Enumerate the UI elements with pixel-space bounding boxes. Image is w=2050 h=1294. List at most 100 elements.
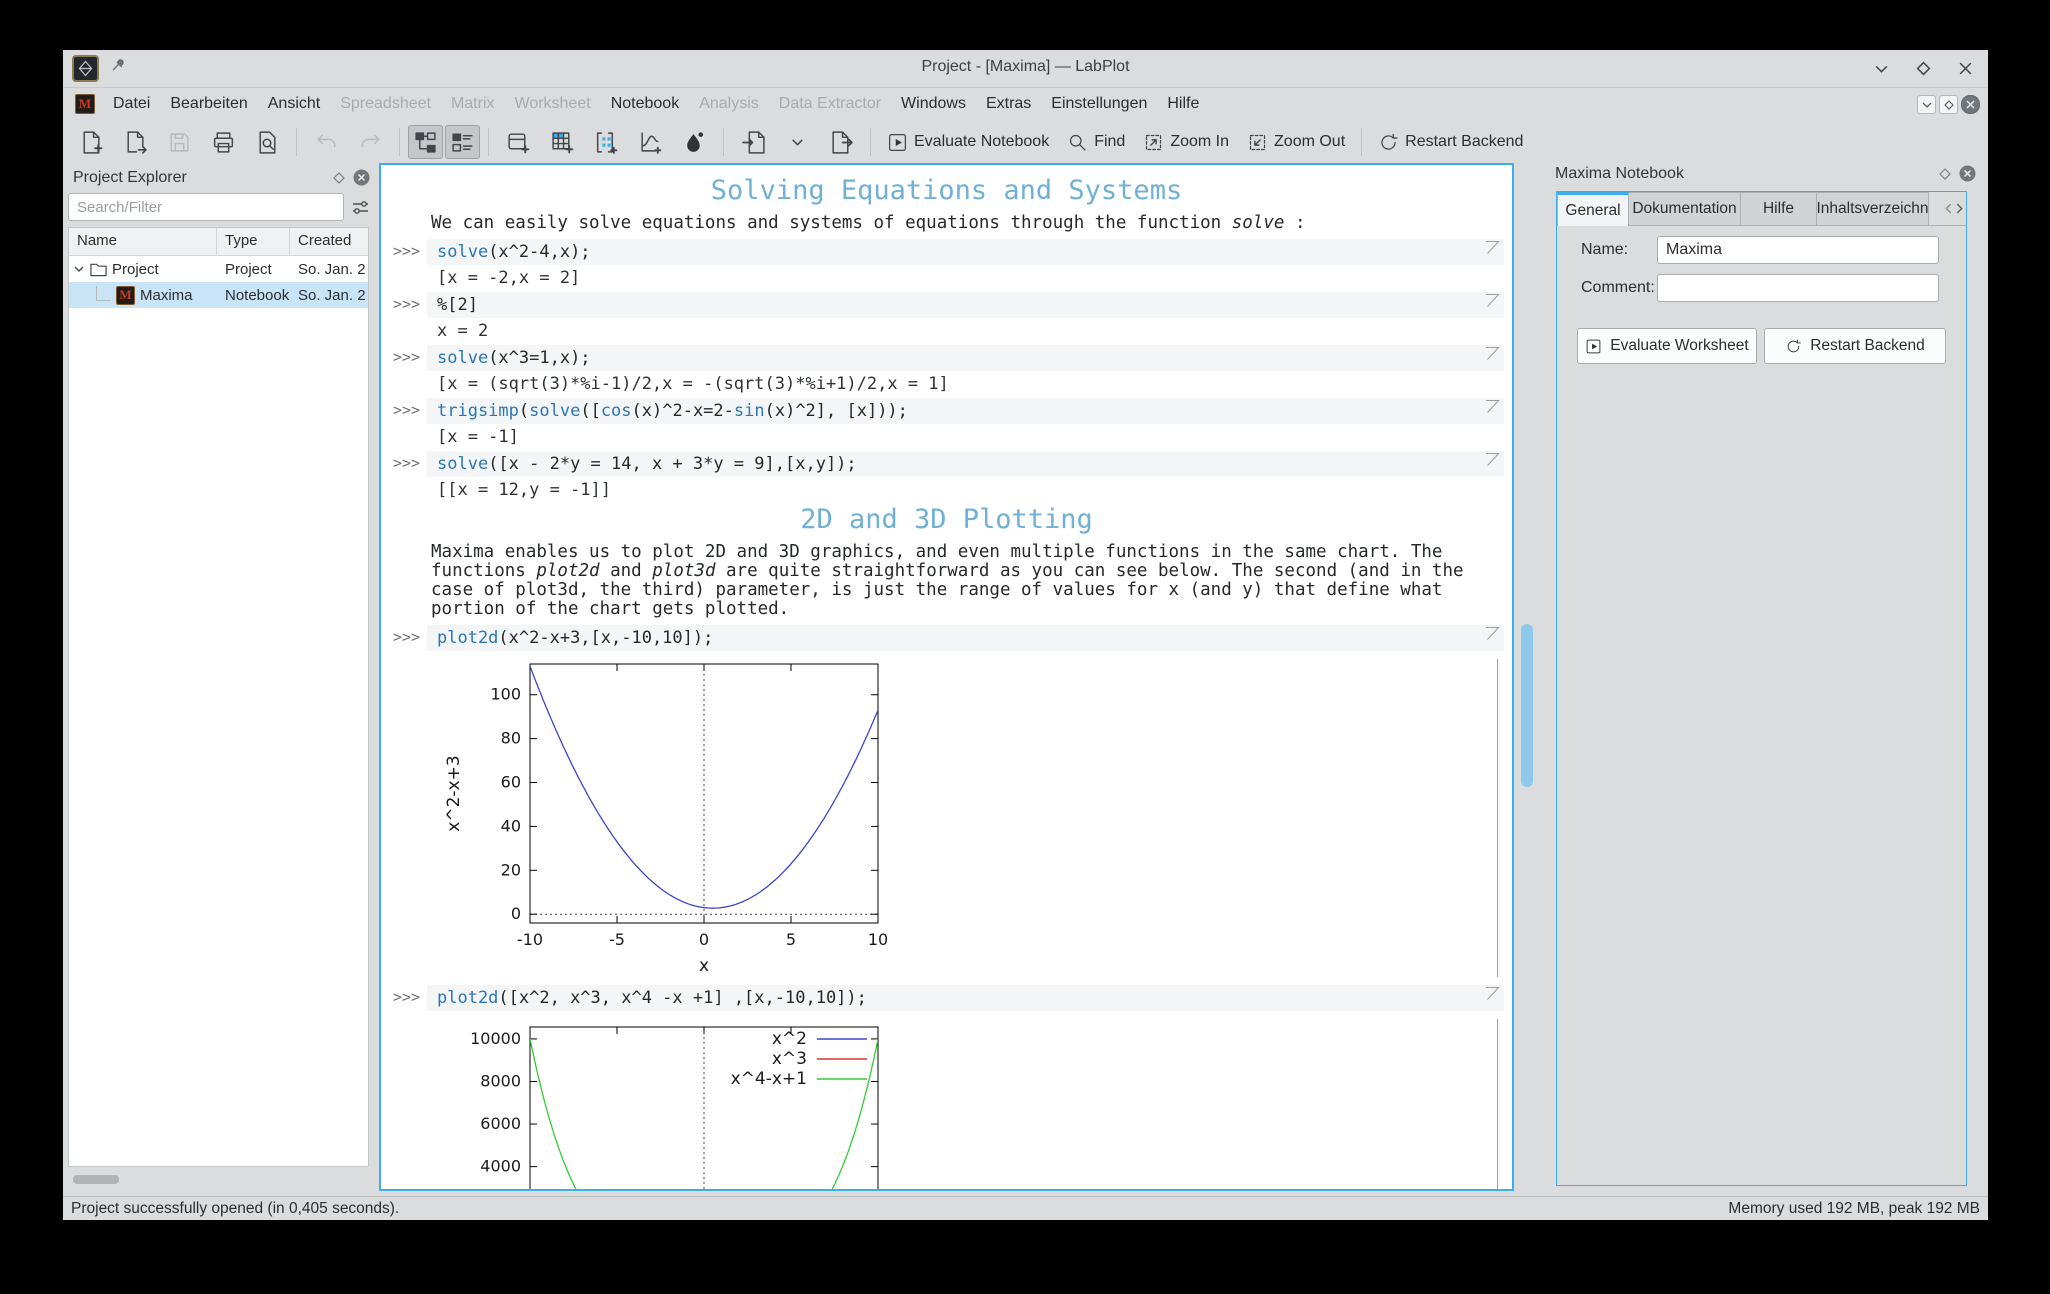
notebook-code-entry[interactable]: >>> plot2d([x^2, x^3, x^4 -x +1] ,[x,-10,… (381, 985, 1512, 1011)
toggle-properties-icon (452, 132, 473, 152)
properties-tabs: General Dokumentation Hilfe Inhaltsverze… (1557, 192, 1966, 226)
new-workbook-icon (507, 132, 529, 153)
menu-item-datei[interactable]: Datei (103, 87, 160, 121)
import-dropdown-button[interactable] (776, 125, 818, 159)
notebook-code-entry[interactable]: >>> solve([x - 2*y = 14, x + 3*y = 9],[x,… (381, 451, 1512, 477)
prompt: >>> (393, 988, 421, 1006)
svg-text:4000: 4000 (480, 1157, 521, 1176)
code-field[interactable]: solve(x^2-4,x); (427, 239, 1504, 265)
menu-item-windows[interactable]: Windows (891, 87, 976, 121)
redo-button (349, 125, 391, 159)
prompt: >>> (393, 295, 421, 313)
restart-icon (1381, 133, 1398, 150)
open-file-button[interactable] (114, 125, 156, 159)
evaluate-notebook-button[interactable]: Evaluate Notebook (879, 125, 1057, 159)
open-file-icon (126, 130, 147, 154)
menu-item-bearbeiten[interactable]: Bearbeiten (160, 87, 257, 121)
tab-hilfe[interactable]: Hilfe (1741, 192, 1817, 226)
notebook-paragraph: Maxima enables us to plot 2D and 3D grap… (431, 542, 1464, 619)
notebook-code-entry[interactable]: >>> solve(x^3=1,x); (381, 345, 1512, 371)
new-worksheet-button[interactable] (629, 125, 671, 159)
svg-text:80: 80 (501, 729, 521, 748)
code-field[interactable]: solve([x - 2*y = 14, x + 3*y = 9],[x,y])… (427, 451, 1504, 477)
new-spreadsheet-button[interactable] (541, 125, 583, 159)
notebook-code-entry[interactable]: >>> plot2d(x^2-x+3,[x,-10,10]); (381, 625, 1512, 651)
export-icon (831, 130, 853, 154)
entry-corner-icon (1486, 452, 1500, 466)
menu-item-extras[interactable]: Extras (976, 87, 1041, 121)
print-preview-button[interactable] (246, 125, 288, 159)
menu-item-notebook[interactable]: Notebook (601, 87, 690, 121)
notebook-heading: 2D and 3D Plotting (800, 504, 1093, 535)
mdi-minimize-icon[interactable] (1917, 95, 1936, 114)
float-panel-icon[interactable] (333, 171, 345, 189)
main-area: Project Explorer Name Type Created (63, 163, 1988, 1196)
tree-row-project[interactable]: Project Project So. Jan. 2 18: (69, 256, 368, 282)
close-panel-icon[interactable] (353, 169, 370, 191)
menu-item-hilfe[interactable]: Hilfe (1157, 87, 1209, 121)
print-button[interactable] (202, 125, 244, 159)
zoom-out-button[interactable]: Zoom Out (1239, 125, 1353, 159)
import-button[interactable] (732, 125, 774, 159)
zoom-in-button[interactable]: Zoom In (1135, 125, 1237, 159)
restart-backend-button[interactable]: Restart Backend (1370, 125, 1531, 159)
status-bar: Project successfully opened (in 0,405 se… (63, 1196, 1988, 1221)
search-input[interactable] (68, 193, 344, 221)
code-field[interactable]: trigsimp(solve([cos(x)^2-x=2-sin(x)^2], … (427, 398, 1504, 424)
scrollbar-thumb[interactable] (73, 1175, 119, 1184)
code-field[interactable]: %[2] (427, 292, 1504, 318)
comment-label: Comment: (1581, 279, 1655, 296)
code-field[interactable]: solve(x^3=1,x); (427, 345, 1504, 371)
comment-field[interactable] (1657, 274, 1939, 302)
notebook-content: Solving Equations and Systems We can easi… (381, 165, 1512, 1189)
toggle-properties-button[interactable] (445, 125, 480, 159)
name-label: Name: (1581, 241, 1629, 258)
mdi-restore-icon[interactable] (1939, 95, 1958, 114)
mdi-close-icon[interactable] (1961, 95, 1980, 114)
maximize-icon[interactable] (1914, 59, 1932, 77)
svg-text:0: 0 (699, 930, 709, 949)
tab-general[interactable]: General (1557, 192, 1629, 226)
float-panel-icon[interactable] (1939, 167, 1951, 185)
name-field[interactable] (1657, 236, 1939, 264)
close-icon[interactable] (1956, 59, 1974, 77)
notebook-heading: Solving Equations and Systems (710, 175, 1183, 206)
svg-text:10000: 10000 (470, 1029, 521, 1048)
filter-options-icon[interactable] (351, 198, 370, 222)
tree-header[interactable]: Name Type Created (69, 228, 368, 256)
restart-backend-button[interactable]: Restart Backend (1764, 328, 1946, 364)
svg-text:20: 20 (501, 860, 521, 879)
new-file-button[interactable] (70, 125, 112, 159)
svg-text:x^2-x+3: x^2-x+3 (444, 755, 464, 831)
menu-item-worksheet: Worksheet (514, 95, 591, 112)
notebook-code-entry[interactable]: >>> trigsimp(solve([cos(x)^2-x=2-sin(x)^2… (381, 398, 1512, 424)
close-panel-icon[interactable] (1959, 165, 1976, 187)
menu-item-ansicht[interactable]: Ansicht (258, 87, 330, 121)
svg-text:8000: 8000 (480, 1071, 521, 1090)
notebook-paragraph: We can easily solve equations and system… (431, 213, 1306, 233)
scrollbar-thumb[interactable] (1521, 624, 1533, 787)
notebook-result: [x = -2,x = 2] (437, 268, 581, 288)
tab-scroll-right-icon[interactable] (1955, 201, 1964, 219)
tab-dokumentation[interactable]: Dokumentation (1629, 192, 1741, 226)
tree-row-maxima[interactable]: M Maxima Notebook So. Jan. 2 18: (69, 282, 368, 308)
horizontal-scrollbar[interactable] (69, 1175, 366, 1185)
export-button[interactable] (820, 125, 862, 159)
tab-inhaltsverzeichnis[interactable]: Inhaltsverzeichn (1817, 192, 1929, 226)
new-workbook-button[interactable] (497, 125, 539, 159)
code-field[interactable]: plot2d(x^2-x+3,[x,-10,10]); (427, 625, 1504, 651)
find-button[interactable]: Find (1059, 125, 1133, 159)
notebook-code-entry[interactable]: >>> %[2] (381, 292, 1512, 318)
tab-scroll-left-icon[interactable] (1944, 201, 1953, 219)
toggle-project-explorer-button[interactable] (408, 125, 443, 159)
menu-item-einstellungen[interactable]: Einstellungen (1041, 87, 1157, 121)
notebook-code-entry[interactable]: >>> solve(x^2-4,x); (381, 239, 1512, 265)
menu-items: Datei Bearbeiten Ansicht Spreadsheet Matrix W… (103, 87, 1209, 121)
new-datapicker-button[interactable] (673, 125, 715, 159)
new-matrix-button[interactable] (585, 125, 627, 159)
evaluate-worksheet-button[interactable]: Evaluate Worksheet (1577, 328, 1757, 364)
code-field[interactable]: plot2d([x^2, x^3, x^4 -x +1] ,[x,-10,10]… (427, 985, 1504, 1011)
vertical-scrollbar[interactable] (1521, 165, 1534, 1187)
status-message: Project successfully opened (in 0,405 se… (71, 1200, 400, 1217)
minimize-icon[interactable] (1872, 59, 1890, 77)
